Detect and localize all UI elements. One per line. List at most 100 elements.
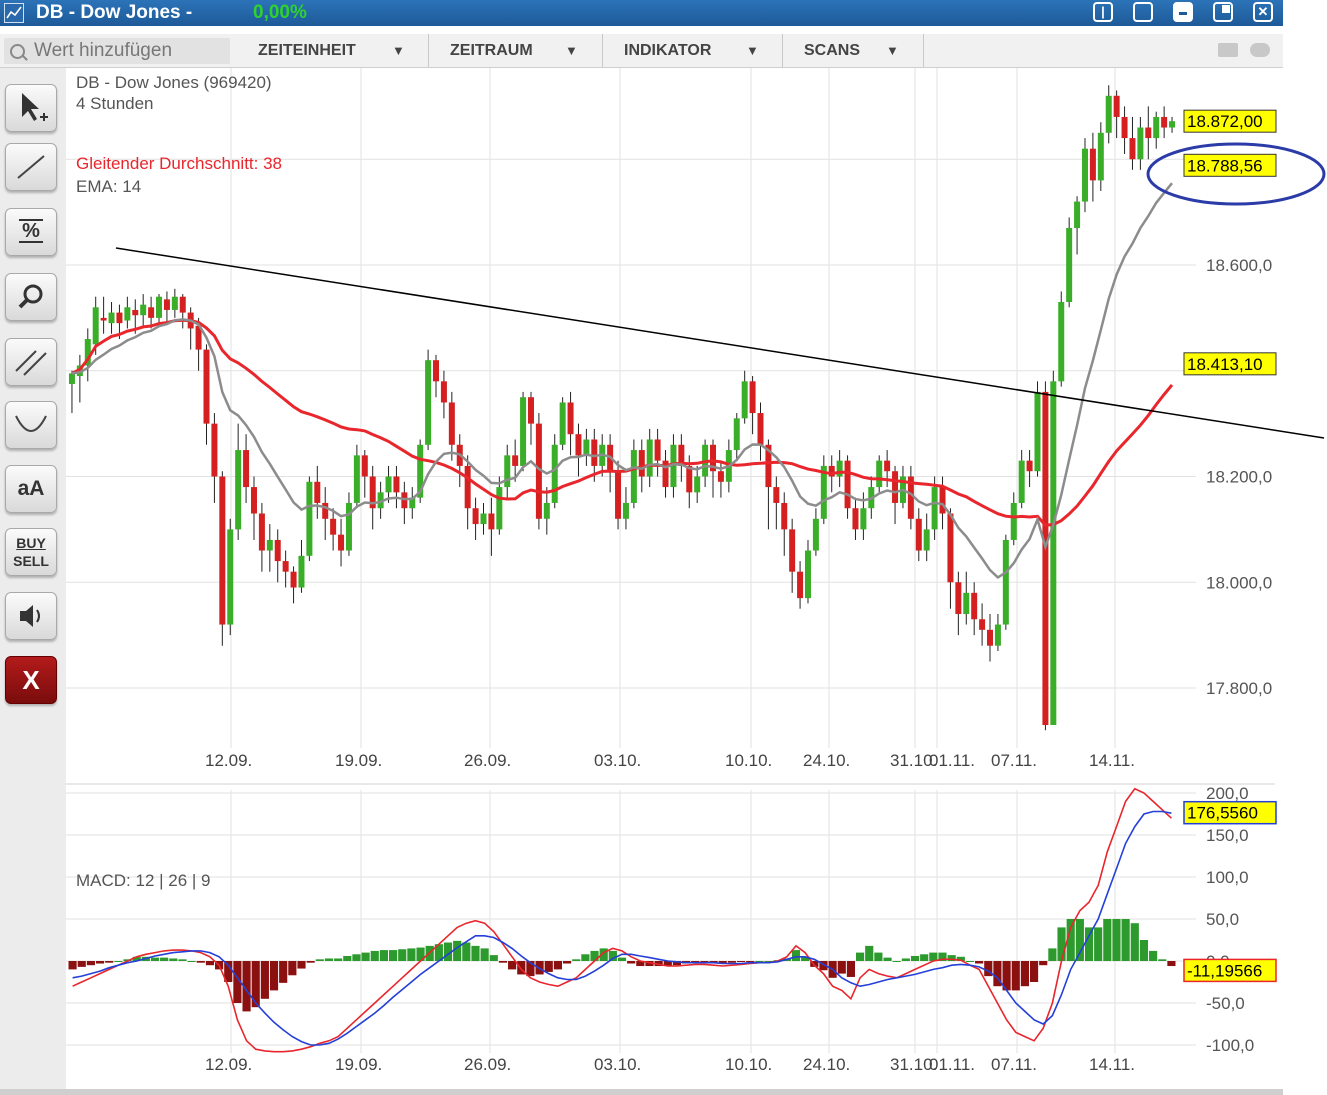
parallel-lines-icon [6,339,56,385]
cursor-plus-icon [6,85,56,131]
maximize-window-icon[interactable] [1133,2,1153,22]
candle-body [1129,138,1135,159]
y-tick-label: 17.800,0 [1206,679,1272,698]
macd-histogram-bar [160,958,168,961]
restore-window-icon[interactable]: | [1093,2,1113,22]
candle-body [686,466,692,492]
candle-body [1122,117,1128,138]
macd-panel [69,789,1176,1052]
x-tick-label: 14.11. [1089,751,1135,770]
macd-histogram-bar [911,956,919,961]
macd-histogram-bar [398,949,406,961]
arc-tool[interactable] [5,401,57,449]
text-tool[interactable]: aA [5,465,57,513]
macd-histogram-bar [499,961,507,963]
candle-body [892,471,898,503]
macd-histogram-bar [847,961,855,977]
macd-histogram-bar [865,946,873,961]
candle-body [386,477,392,493]
close-window-icon[interactable]: ✕ [1253,2,1273,22]
candle-body [1035,392,1041,471]
candle-body [156,297,162,318]
instrument-label: DB - Dow Jones (969420) [76,73,272,92]
macd-histogram-bar [1103,919,1111,961]
window-title-bar: DB - Dow Jones - 0,00% | ✕ [0,0,1283,26]
macd-histogram-bar [902,958,910,961]
candle-body [837,461,843,477]
macd-tick-label: -50,0 [1206,994,1245,1013]
macd-histogram-bar [1039,961,1047,965]
candle-body [124,307,130,320]
candle-body [718,471,724,482]
x-tick-label: 26.09. [464,751,511,770]
menu-indikator[interactable]: INDIKATOR ▼ [603,34,783,67]
macd-histogram-bar [78,961,86,967]
macd-histogram-bar [1140,940,1148,961]
sound-tool[interactable] [5,592,57,640]
percent-tool[interactable]: % [5,208,57,256]
menu-zeitraum[interactable]: ZEITRAUM ▼ [429,34,603,67]
cloud-icon[interactable] [1250,43,1270,57]
menu-zeiteinheit[interactable]: ZEITEINHEIT ▼ [236,34,429,67]
folder-icon[interactable] [1218,43,1238,57]
candle-body [251,487,257,513]
macd-histogram-bar [1076,919,1084,961]
bottom-scrollbar[interactable] [0,1089,1283,1095]
float-window-icon[interactable] [1213,2,1233,22]
candle-body [496,487,502,529]
candle-body [1153,117,1159,138]
y-tick-label: 18.000,0 [1206,573,1272,592]
candle-body [1011,503,1017,540]
x-tick-label: 07.11. [991,1055,1037,1074]
add-value-placeholder: Wert hinzufügen [34,38,172,64]
candle-body [647,439,653,476]
macd-histogram-bar [462,943,470,961]
parallel-tool[interactable] [5,338,57,386]
x-tick-label: 10.10. [725,751,772,770]
macd-histogram-bar [87,961,95,965]
minimize-window-icon[interactable] [1173,2,1193,22]
macd-tick-label: 100,0 [1206,868,1249,887]
diagonal-line-icon [6,144,56,190]
candle-body [140,305,146,316]
candle-body [322,503,328,519]
x-tick-label: 03.10. [594,1055,641,1074]
candle-body [354,455,360,503]
arc-icon [6,402,56,448]
macd-histogram-bar [297,961,305,969]
macd-histogram-bar [1149,951,1157,961]
zoom-tool[interactable] [5,273,57,321]
line-tool[interactable] [5,143,57,191]
candle-body [1090,149,1096,181]
macd-histogram-bar [325,958,333,961]
menu-scans[interactable]: SCANS ▼ [783,34,924,67]
cursor-tool[interactable] [5,84,57,132]
macd-histogram-bar [792,950,800,961]
x-tick-label: 24.10. [803,1055,850,1074]
candle-body [963,593,969,614]
macd-tick-label: 50,0 [1206,910,1239,929]
add-value-input[interactable]: Wert hinzufügen [4,38,230,64]
candle-body [876,461,882,487]
macd-tick-label: 200,0 [1206,784,1249,803]
macd-histogram-bar [343,956,351,961]
candle-body [393,477,399,493]
x-tick-label: 12.09. [205,751,252,770]
menu-bar: Wert hinzufügen ZEITEINHEIT ▼ ZEITRAUM ▼… [0,34,1283,68]
candle-body [1003,540,1009,625]
macd-histogram-bar [407,948,415,961]
buy-sell-tool[interactable]: BUY SELL [5,528,57,576]
candle-body [116,313,122,324]
interval-label: 4 Stunden [76,94,154,113]
candle-body [481,514,487,525]
macd-histogram-bar [1021,961,1029,986]
macd-value-text: -11,19566 [1187,961,1262,980]
candle-body [314,482,320,503]
delete-tool[interactable]: X [5,656,57,704]
candle-body [1058,302,1064,381]
buy-label: BUY [6,534,56,552]
candle-body [235,450,241,529]
candle-body [734,418,740,450]
chart-area[interactable]: 18.600,018.200,018.000,017.800,0200,0150… [66,68,1327,1089]
macd-histogram-bar [178,959,186,961]
